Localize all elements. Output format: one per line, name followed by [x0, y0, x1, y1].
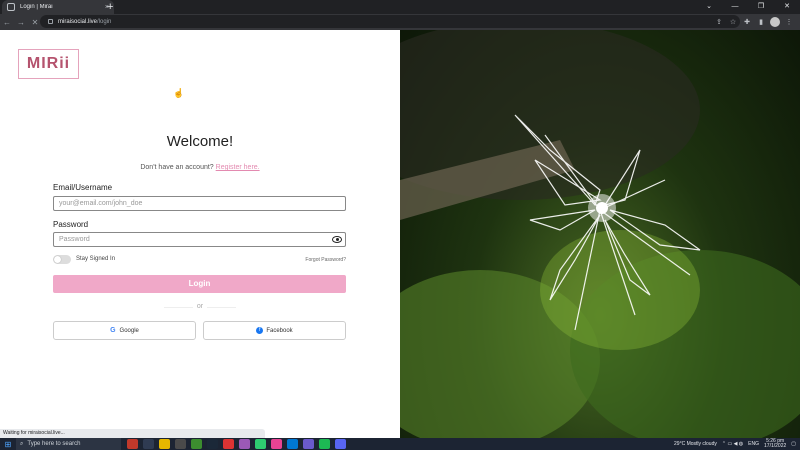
- forward-button[interactable]: →: [14, 18, 28, 27]
- google-button-label: Google: [119, 327, 139, 334]
- steam-icon[interactable]: [207, 439, 218, 449]
- login-button[interactable]: Login: [53, 275, 346, 293]
- password-field[interactable]: Password: [53, 232, 346, 247]
- stay-signed-in-toggle[interactable]: [53, 255, 71, 264]
- windows-start-icon[interactable]: ⊞: [0, 440, 16, 449]
- tab-search-icon[interactable]: ⌄: [696, 0, 722, 14]
- app-icon[interactable]: [223, 439, 234, 449]
- visual-studio-icon[interactable]: [303, 439, 314, 449]
- tab-title: Login | Mirai: [20, 4, 53, 10]
- mirai-logo[interactable]: MIRii: [18, 49, 79, 79]
- email-label: Email/Username: [53, 183, 113, 192]
- stay-signed-in-label: Stay Signed In: [76, 256, 116, 262]
- clock-date: 17/1/2022: [764, 443, 787, 449]
- address-bar[interactable]: miraisocial.live /login: [40, 15, 740, 28]
- page-icon: [7, 3, 15, 11]
- new-tab-button[interactable]: +: [107, 1, 113, 13]
- search-icon: ⌕: [20, 440, 24, 447]
- url-path: /login: [97, 18, 112, 25]
- facebook-login-button[interactable]: f Facebook: [203, 321, 346, 340]
- tab-login[interactable]: Login | Mirai ×: [2, 0, 114, 14]
- clock[interactable]: 5:26 pm 17/1/2022: [764, 439, 786, 449]
- hand-cursor-icon: ☝: [173, 88, 185, 98]
- system-tray: 29°C Mostly cloudy ⌃ ▭ ◀ ◍ ENG 5:26 pm 1…: [674, 438, 796, 450]
- weather-text[interactable]: 29°C Mostly cloudy: [674, 441, 717, 447]
- app-icon[interactable]: [175, 439, 186, 449]
- login-panel: MIRii ☝ Welcome! Don't have an account? …: [0, 30, 400, 438]
- spotify-icon[interactable]: [319, 439, 330, 449]
- or-text: or: [192, 303, 208, 310]
- vscode-icon[interactable]: [287, 439, 298, 449]
- taskbar-apps: [127, 439, 346, 449]
- discord-icon[interactable]: [335, 439, 346, 449]
- language-indicator[interactable]: ENG: [748, 441, 759, 447]
- sidebar-icon[interactable]: ▮: [756, 18, 766, 26]
- menu-icon[interactable]: ⋮: [784, 18, 794, 26]
- file-explorer-icon[interactable]: [159, 439, 170, 449]
- hero-image: [400, 30, 800, 438]
- app-icon[interactable]: [255, 439, 266, 449]
- restore-button[interactable]: ❐: [748, 0, 774, 14]
- profile-avatar[interactable]: [770, 16, 780, 27]
- close-window-button[interactable]: ✕: [774, 0, 800, 14]
- app-icon[interactable]: [239, 439, 250, 449]
- email-field[interactable]: your@email.com/john_doe: [53, 196, 346, 211]
- app-icon[interactable]: [127, 439, 138, 449]
- facebook-button-label: Facebook: [266, 327, 293, 334]
- windows-taskbar: ⊞ ⌕ Type here to search 29°C Mostly clou…: [0, 438, 800, 450]
- lock-icon[interactable]: [48, 19, 53, 24]
- tray-icons[interactable]: ⌃ ▭ ◀ ◍: [722, 441, 743, 447]
- register-prompt: Don't have an account? Register here.: [0, 164, 400, 171]
- taskbar-search-box[interactable]: ⌕ Type here to search: [16, 438, 121, 450]
- toolbar-icons: ⇪ ☆ ✚ ▮ ⋮: [714, 15, 794, 28]
- facebook-icon: f: [256, 327, 264, 334]
- minimize-button[interactable]: —: [722, 0, 748, 14]
- or-separator: or: [0, 303, 400, 310]
- url-host: miraisocial.live: [58, 18, 98, 25]
- notifications-icon[interactable]: ▢: [791, 441, 796, 447]
- browser-toolbar: ← → ✕ miraisocial.live /login ⇪ ☆ ✚ ▮ ⋮: [0, 14, 800, 30]
- task-view-icon[interactable]: [143, 439, 154, 449]
- show-password-eye-icon[interactable]: [332, 236, 342, 243]
- google-login-button[interactable]: G Google: [53, 321, 196, 340]
- google-icon: G: [110, 327, 116, 334]
- page-content: MIRii ☝ Welcome! Don't have an account? …: [0, 30, 800, 438]
- share-icon[interactable]: ⇪: [714, 18, 724, 26]
- search-placeholder: Type here to search: [27, 441, 81, 447]
- register-link[interactable]: Register here.: [216, 164, 260, 171]
- forgot-password-link[interactable]: Forgot Password?: [305, 257, 346, 263]
- extensions-icon[interactable]: ✚: [742, 18, 752, 26]
- register-prompt-text: Don't have an account?: [140, 164, 214, 171]
- app-icon[interactable]: [271, 439, 282, 449]
- tab-strip: Login | Mirai × + ⌄ — ❐ ✕: [0, 0, 800, 14]
- glowing-sculpture-in-garden-image: [400, 30, 800, 438]
- window-controls: ⌄ — ❐ ✕: [696, 0, 800, 14]
- password-label: Password: [53, 220, 89, 229]
- bookmark-star-icon[interactable]: ☆: [728, 18, 738, 26]
- welcome-heading: Welcome!: [166, 133, 234, 150]
- chrome-icon[interactable]: [191, 439, 202, 449]
- back-button[interactable]: ←: [0, 18, 14, 27]
- loading-status-text: Waiting for miraisocial.live...: [0, 429, 265, 438]
